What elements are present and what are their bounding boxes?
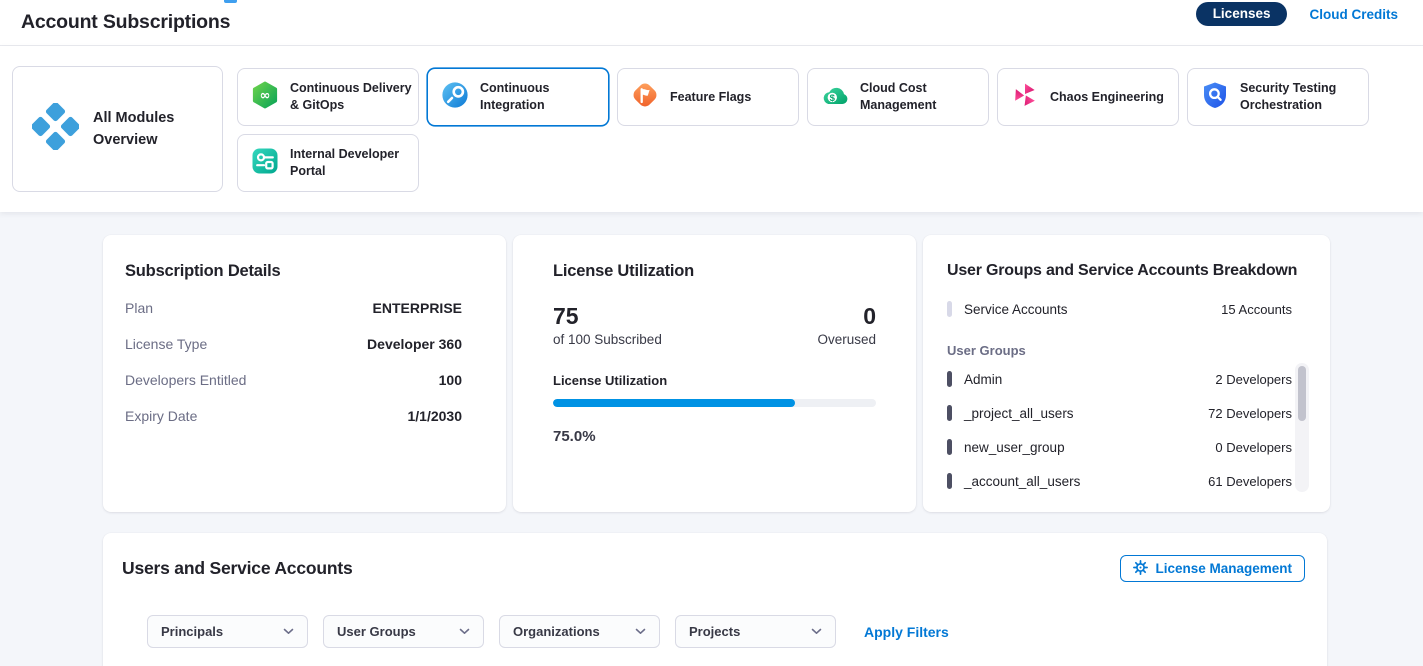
module-card-cloud-cost[interactable]: $ Cloud Cost Management (807, 68, 989, 126)
overused-stat: 0 Overused (817, 304, 876, 347)
feature-flags-icon (631, 81, 659, 114)
overused-caption: Overused (817, 332, 876, 347)
users-service-accounts-card: Users and Service Accounts (103, 533, 1327, 666)
subscribed-stat: 75 of 100 Subscribed (553, 304, 662, 347)
summary-cards-row: Subscription Details Plan ENTERPRISE Lic… (103, 235, 1423, 512)
svg-text:$: $ (830, 92, 836, 103)
filters-row: Principals User Groups Organizations Pro… (147, 615, 1327, 648)
main-content: Subscription Details Plan ENTERPRISE Lic… (0, 212, 1423, 666)
user-groups-list: Admin 2 Developers _project_all_users 72… (947, 362, 1306, 498)
user-groups-dropdown[interactable]: User Groups (323, 615, 484, 648)
breakdown-scrollbar-thumb[interactable] (1298, 366, 1306, 421)
security-testing-icon (1201, 81, 1229, 114)
svg-text:∞: ∞ (260, 88, 271, 103)
group-bullet (947, 473, 952, 489)
breakdown-title: User Groups and Service Accounts Breakdo… (947, 262, 1306, 280)
chaos-engineering-icon (1011, 81, 1039, 114)
breakdown-card: User Groups and Service Accounts Breakdo… (923, 235, 1330, 512)
license-management-button[interactable]: License Management (1120, 555, 1305, 582)
module-card-continuous-integration[interactable]: Continuous Integration (427, 68, 609, 126)
all-modules-overview-label: All Modules Overview (93, 107, 189, 152)
service-accounts-bullet (947, 301, 952, 317)
principals-dropdown[interactable]: Principals (147, 615, 308, 648)
module-card-security-testing[interactable]: Security Testing Orchestration (1187, 68, 1369, 126)
user-group-row: new_user_group 0 Developers (947, 430, 1306, 464)
page-header: Account Subscriptions Licenses Cloud Cre… (0, 0, 1423, 46)
user-group-row: Admin 2 Developers (947, 362, 1306, 396)
clipped-nav-indicator (224, 0, 237, 3)
group-bullet (947, 439, 952, 455)
tab-cloud-credits[interactable]: Cloud Credits (1309, 7, 1398, 22)
subscription-details-card: Subscription Details Plan ENTERPRISE Lic… (103, 235, 506, 512)
license-utilization-card: License Utilization 75 of 100 Subscribed… (513, 235, 916, 512)
chevron-down-icon (635, 628, 646, 635)
users-section-title: Users and Service Accounts (122, 558, 353, 579)
apply-filters-link[interactable]: Apply Filters (864, 624, 949, 640)
all-modules-icon (32, 103, 79, 155)
module-card-internal-developer-portal[interactable]: Internal Developer Portal (237, 134, 419, 192)
utilization-percent: 75.0% (553, 428, 876, 445)
group-bullet (947, 371, 952, 387)
overused-count: 0 (817, 304, 876, 329)
subscribed-count: 75 (553, 304, 662, 329)
utilization-progress-track (553, 399, 876, 407)
subscribed-caption: of 100 Subscribed (553, 332, 662, 347)
detail-row-expiry-date: Expiry Date 1/1/2030 (125, 408, 462, 424)
projects-dropdown[interactable]: Projects (675, 615, 836, 648)
user-group-row: _project_all_users 72 Developers (947, 396, 1306, 430)
service-accounts-row: Service Accounts 15 Accounts (947, 301, 1306, 317)
chevron-down-icon (811, 628, 822, 635)
cloud-cost-icon: $ (821, 81, 849, 114)
detail-row-developers-entitled: Developers Entitled 100 (125, 372, 462, 388)
tab-licenses[interactable]: Licenses (1196, 2, 1288, 26)
utilization-bar-label: License Utilization (553, 373, 876, 388)
license-utilization-title: License Utilization (553, 262, 876, 281)
ci-icon (441, 81, 469, 114)
user-group-row: _account_all_users 61 Developers (947, 464, 1306, 498)
utilization-progress-fill (553, 399, 795, 407)
organizations-dropdown[interactable]: Organizations (499, 615, 660, 648)
detail-row-license-type: License Type Developer 360 (125, 336, 462, 352)
module-card-chaos-engineering[interactable]: Chaos Engineering (997, 68, 1179, 126)
module-selector-bar: All Modules Overview ∞ Continuous Delive… (0, 46, 1423, 212)
module-card-cd-gitops[interactable]: ∞ Continuous Delivery & GitOps (237, 68, 419, 126)
subscription-tabs: Licenses Cloud Credits (1196, 2, 1398, 26)
all-modules-overview-card[interactable]: All Modules Overview (12, 66, 223, 192)
module-grid: ∞ Continuous Delivery & GitOps Continuou… (237, 68, 1377, 212)
detail-row-plan: Plan ENTERPRISE (125, 300, 462, 316)
gear-icon (1133, 560, 1148, 578)
internal-developer-portal-icon (251, 147, 279, 180)
module-card-feature-flags[interactable]: Feature Flags (617, 68, 799, 126)
user-groups-label: User Groups (947, 343, 1306, 358)
chevron-down-icon (459, 628, 470, 635)
cd-gitops-icon: ∞ (251, 81, 279, 114)
group-bullet (947, 405, 952, 421)
chevron-down-icon (283, 628, 294, 635)
breakdown-scrollbar[interactable] (1295, 363, 1309, 492)
page-title: Account Subscriptions (21, 11, 230, 34)
subscription-details-title: Subscription Details (125, 262, 462, 281)
